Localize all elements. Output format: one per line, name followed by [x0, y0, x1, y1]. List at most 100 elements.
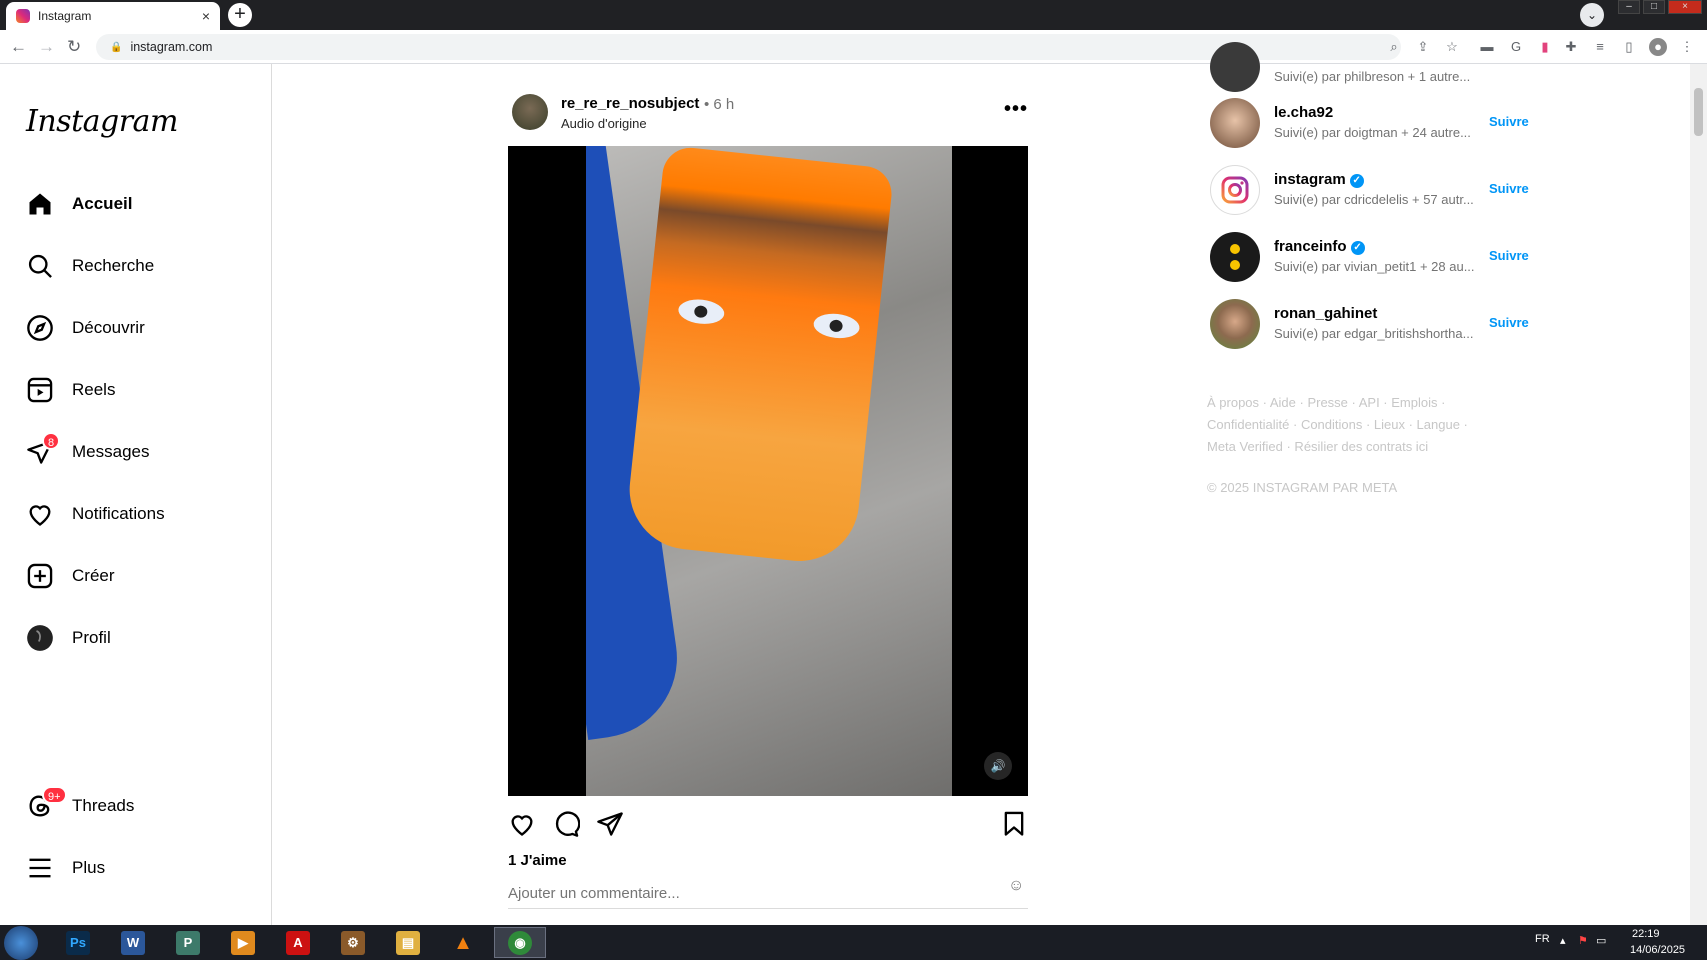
profile-avatar-icon[interactable]: ● [1649, 38, 1667, 56]
clock-time[interactable]: 22:19 [1632, 928, 1660, 940]
suggestion-avatar[interactable] [1210, 98, 1260, 148]
menu-dots-icon[interactable]: ⋮ [1678, 38, 1696, 56]
post-audio-link[interactable]: Audio d'origine [561, 116, 647, 131]
verified-badge-icon: ✓ [1349, 174, 1364, 188]
follow-button[interactable]: Suivre [1489, 315, 1529, 330]
footer-links-line[interactable]: À propos · Aide · Presse · API · Emplois… [1207, 392, 1507, 414]
instagram-logo[interactable]: Instagram [26, 104, 178, 139]
suggestion-avatar[interactable] [1210, 42, 1260, 92]
nav-label: Messages [72, 442, 150, 461]
home-icon [26, 190, 54, 218]
suggestion-row[interactable]: franceinfo ✓ Suivi(e) par vivian_petit1 +… [1210, 232, 1540, 282]
likes-count[interactable]: 1 J'aime [508, 852, 567, 869]
photoshop-icon: Ps [66, 930, 90, 955]
post-author-avatar[interactable] [512, 94, 548, 130]
new-tab-button[interactable]: + [228, 3, 252, 27]
reading-list-icon[interactable]: ≡ [1591, 38, 1609, 56]
comment-bubble-icon[interactable] [552, 810, 581, 838]
back-button[interactable]: ← [10, 37, 27, 57]
nav-item-reels[interactable]: Reels [26, 376, 115, 404]
tab-search-button[interactable]: ⌄ [1580, 3, 1604, 27]
taskbar-app-photoshop[interactable]: Ps [57, 927, 99, 958]
minimize-button[interactable]: – [1618, 0, 1640, 14]
taskbar-app-word[interactable]: W [112, 927, 154, 958]
taskbar-app-vlc[interactable]: ▲ [442, 927, 484, 958]
follow-button[interactable]: Suivre [1489, 181, 1529, 196]
nav-item-messages[interactable]: 8 Messages [26, 432, 150, 466]
tab-title: Instagram [38, 9, 92, 23]
messages-badge: 8 [42, 432, 61, 450]
create-plus-icon [26, 562, 54, 590]
tray-arrow-icon[interactable]: ▴ [1560, 934, 1566, 947]
nav-item-notifications[interactable]: Notifications [26, 500, 165, 528]
side-panel-icon[interactable]: ▯ [1620, 38, 1638, 56]
clock-date[interactable]: 14/06/2025 [1630, 944, 1685, 956]
reload-button[interactable]: ↻ [67, 37, 81, 57]
tray-network-icon[interactable]: ▭ [1596, 934, 1606, 947]
taskbar-app-chrome[interactable]: ◉ [494, 927, 546, 958]
verified-badge-icon: ✓ [1350, 241, 1365, 255]
nav-item-profile[interactable]: Profil [26, 624, 111, 652]
taskbar-app-explorer[interactable]: ▤ [387, 927, 429, 958]
instagram-logo-avatar[interactable] [1210, 165, 1260, 215]
lock-icon[interactable]: 🔒 [110, 42, 122, 53]
tab-close-icon[interactable]: × [202, 8, 210, 24]
extensions-puzzle-icon[interactable]: ✚ [1562, 38, 1580, 56]
sound-toggle-icon[interactable]: 🔊 [984, 752, 1012, 780]
suggestion-username[interactable]: ronan_gahinet [1274, 305, 1377, 322]
taskbar-app-publisher[interactable]: P [167, 927, 209, 958]
search-icon [26, 252, 54, 280]
address-url: instagram.com [130, 40, 213, 54]
language-indicator[interactable]: FR [1535, 933, 1550, 945]
emoji-icon[interactable]: ☺ [1008, 877, 1024, 895]
taskbar-app-acrobat[interactable]: A [277, 927, 319, 958]
nav-item-search[interactable]: Recherche [26, 252, 154, 280]
footer-links-line[interactable]: Confidentialité · Conditions · Lieux · L… [1207, 414, 1507, 436]
save-bookmark-icon[interactable] [1000, 810, 1028, 838]
instagram-favicon-icon [16, 9, 30, 23]
nav-label: Threads [72, 796, 135, 815]
suggestion-username[interactable]: franceinfo ✓ [1274, 238, 1365, 255]
scrollbar-thumb[interactable] [1694, 88, 1703, 136]
comment-input[interactable] [508, 879, 1028, 909]
nav-label: Notifications [72, 504, 165, 523]
taskbar-app-tool[interactable]: ⚙ [332, 927, 374, 958]
suggestion-avatar[interactable] [1210, 299, 1260, 349]
share-send-icon[interactable] [596, 810, 624, 838]
restore-button[interactable]: □ [1643, 0, 1665, 14]
orange-sock [623, 146, 895, 567]
suggestion-username[interactable]: le.cha92 [1274, 104, 1333, 121]
follow-button[interactable]: Suivre [1489, 114, 1529, 129]
suggestion-subtitle: Suivi(e) par edgar_britishshortha... [1274, 326, 1474, 341]
tray-flag-icon[interactable]: ⚑ [1578, 934, 1588, 947]
post-username[interactable]: re_re_re_nosubject [561, 95, 699, 112]
start-button[interactable] [4, 926, 38, 960]
suggestion-username-text: instagram [1274, 171, 1346, 188]
chrome-icon: ◉ [508, 930, 532, 955]
follow-button[interactable]: Suivre [1489, 248, 1529, 263]
like-heart-icon[interactable] [508, 810, 536, 838]
heart-icon [26, 500, 54, 528]
forward-button[interactable]: → [38, 37, 55, 57]
nav-item-home[interactable]: Accueil [26, 190, 132, 218]
nav-item-threads[interactable]: 9+ Threads [26, 786, 135, 820]
suggestion-row[interactable]: instagram ✓ Suivi(e) par cdricdelelis + 5… [1210, 165, 1540, 215]
nav-item-more[interactable]: Plus [26, 854, 105, 882]
nav-item-create[interactable]: Créer [26, 562, 115, 590]
address-bar[interactable]: 🔒 instagram.com [96, 34, 1401, 60]
franceinfo-avatar[interactable] [1210, 232, 1260, 282]
nav-item-explore[interactable]: Découvrir [26, 314, 145, 342]
footer-links-line[interactable]: Meta Verified · Résilier des contrats ic… [1207, 436, 1507, 458]
taskbar-app-media-player[interactable]: ▶ [222, 927, 264, 958]
suggestion-subtitle: Suivi(e) par vivian_petit1 + 28 au... [1274, 259, 1475, 274]
video-frame [586, 146, 952, 796]
suggestion-row[interactable]: le.cha92 Suivi(e) par doigtman + 24 autr… [1210, 98, 1540, 148]
close-window-button[interactable]: × [1668, 0, 1702, 14]
suggestion-row[interactable]: ronan_gahinet Suivi(e) par edgar_british… [1210, 299, 1540, 349]
post-video[interactable]: 🔊 [508, 146, 1028, 796]
suggestion-username[interactable]: instagram ✓ [1274, 171, 1364, 188]
suggestion-row[interactable]: Suivi(e) par philbreson + 1 autre... [1210, 42, 1540, 92]
post-more-options-icon[interactable]: ••• [1004, 98, 1028, 121]
browser-tab[interactable]: Instagram × [6, 2, 220, 30]
page-scrollbar[interactable] [1690, 64, 1707, 925]
